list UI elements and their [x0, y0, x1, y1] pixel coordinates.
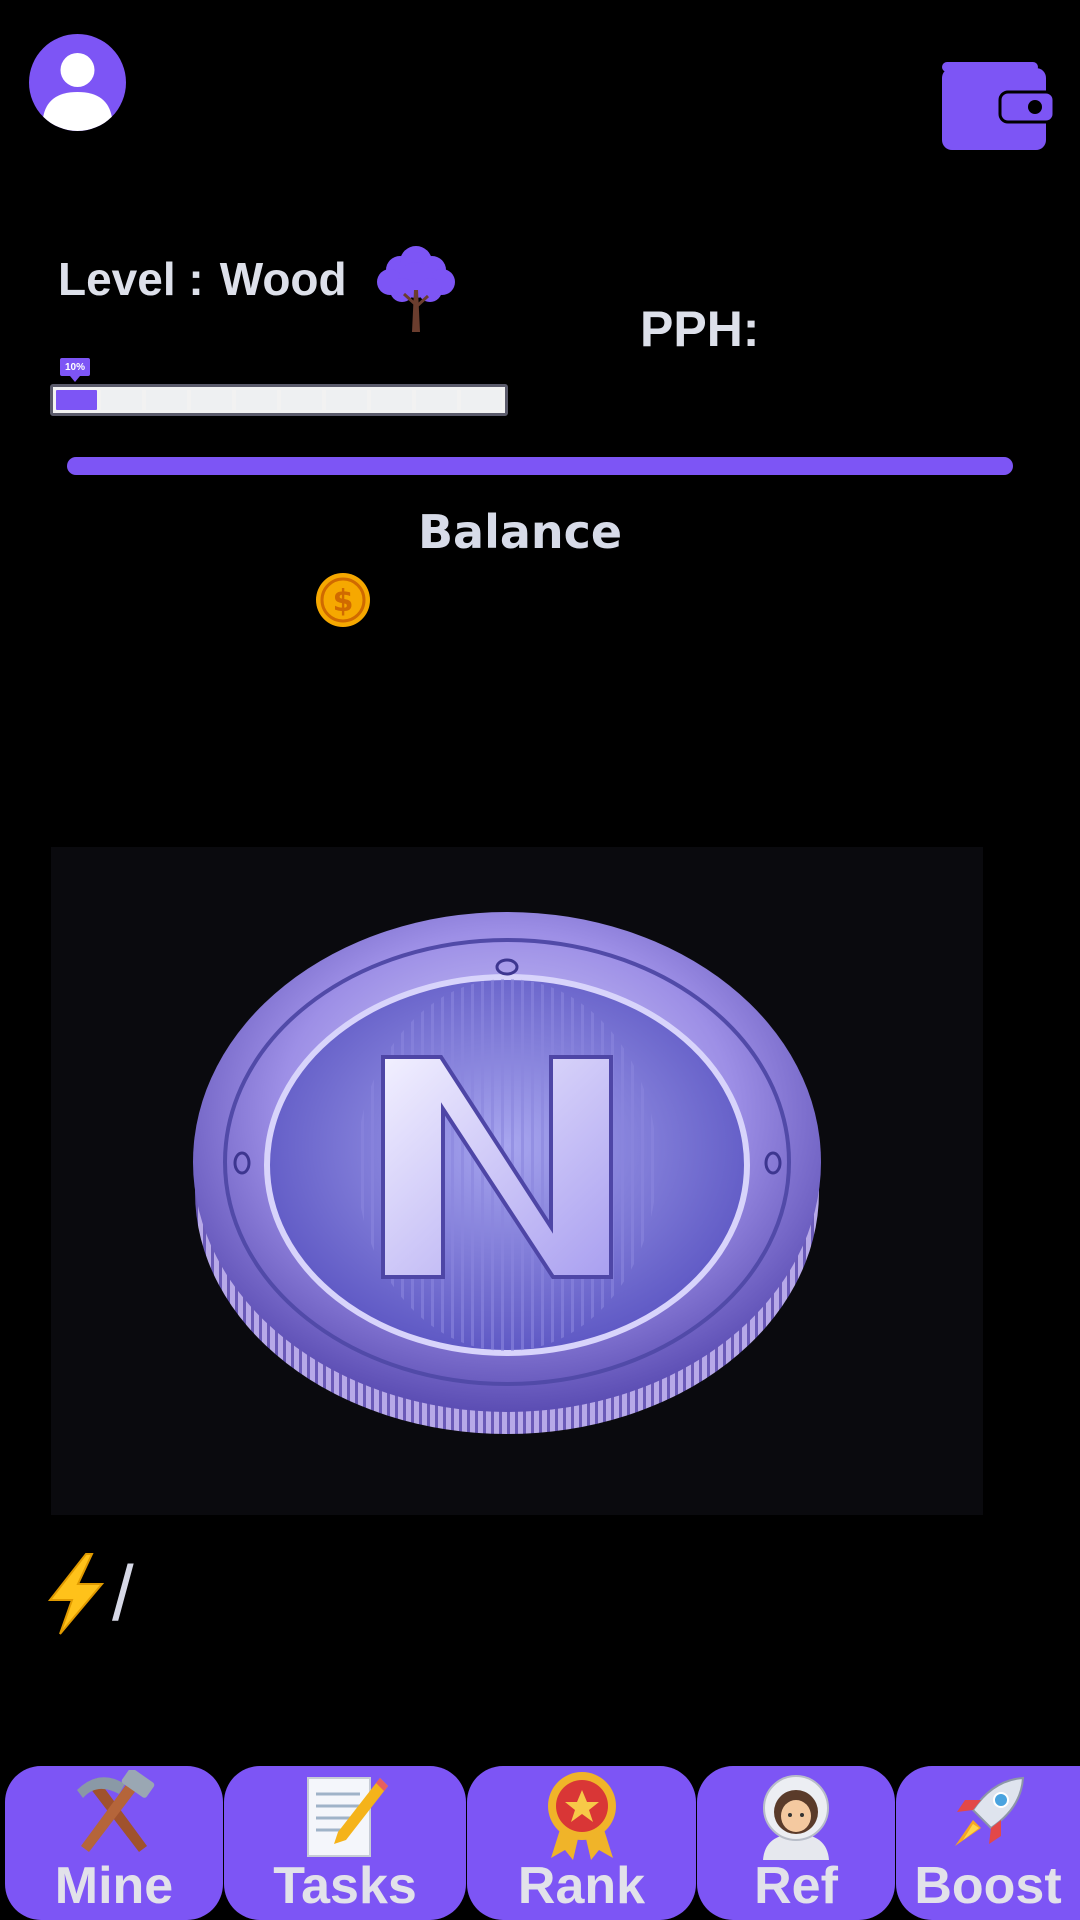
n-coin-image [193, 912, 821, 1434]
level-progress-segment [191, 390, 232, 410]
level-progress-segment [371, 390, 412, 410]
divider-bar [67, 457, 1013, 475]
lightning-icon [47, 1552, 105, 1635]
nav-rank-button[interactable]: Rank [467, 1766, 696, 1920]
wallet-button[interactable] [940, 62, 1056, 152]
memo-pencil-icon [307, 1777, 388, 1857]
nav-tasks-button[interactable]: Tasks [224, 1766, 466, 1920]
level-progress-segment [101, 390, 142, 410]
level-progress-segment [461, 390, 502, 410]
level-progress-bar [50, 384, 508, 416]
energy-indicator: / [40, 1548, 134, 1639]
nav-ref-label: Ref [754, 1857, 838, 1915]
rosette-medal-icon [547, 1772, 616, 1860]
dollar-coin-icon: $ [315, 572, 371, 628]
astronaut-icon [763, 1775, 829, 1860]
user-avatar-icon [43, 53, 112, 131]
profile-avatar-button[interactable] [29, 34, 126, 131]
energy-separator: / [112, 1549, 134, 1637]
level-progress-segment [281, 390, 322, 410]
level-progress-segment [326, 390, 367, 410]
tap-coin-button[interactable] [51, 847, 983, 1515]
level-progress-segment [416, 390, 457, 410]
pph-label: PPH: [640, 301, 760, 357]
rocket-icon [955, 1776, 1025, 1846]
hammer-pick-icon [77, 1770, 155, 1852]
level-value: Wood [219, 253, 347, 305]
level-progress-segment [56, 390, 97, 410]
level-label: Level : [58, 253, 204, 305]
nav-boost-label: Boost [914, 1857, 1062, 1915]
balance-label: Balance [418, 505, 623, 559]
nav-ref-button[interactable]: Ref [697, 1766, 895, 1920]
nav-mine-button[interactable]: Mine [5, 1766, 223, 1920]
level-progress-percent: 10% [60, 358, 90, 382]
nav-mine-label: Mine [54, 1857, 174, 1915]
wallet-icon [942, 62, 1056, 150]
level-row: Level : Wood [58, 252, 347, 306]
svg-text:$: $ [333, 584, 354, 619]
tree-icon [370, 244, 462, 334]
level-progress-segment [236, 390, 277, 410]
level-progress-segment [146, 390, 187, 410]
nav-rank-label: Rank [517, 1857, 646, 1915]
nav-boost-button[interactable]: Boost [896, 1766, 1080, 1920]
nav-tasks-label: Tasks [273, 1857, 417, 1915]
bottom-nav: Mine Tasks Rank Ref Boost [0, 1766, 1080, 1920]
